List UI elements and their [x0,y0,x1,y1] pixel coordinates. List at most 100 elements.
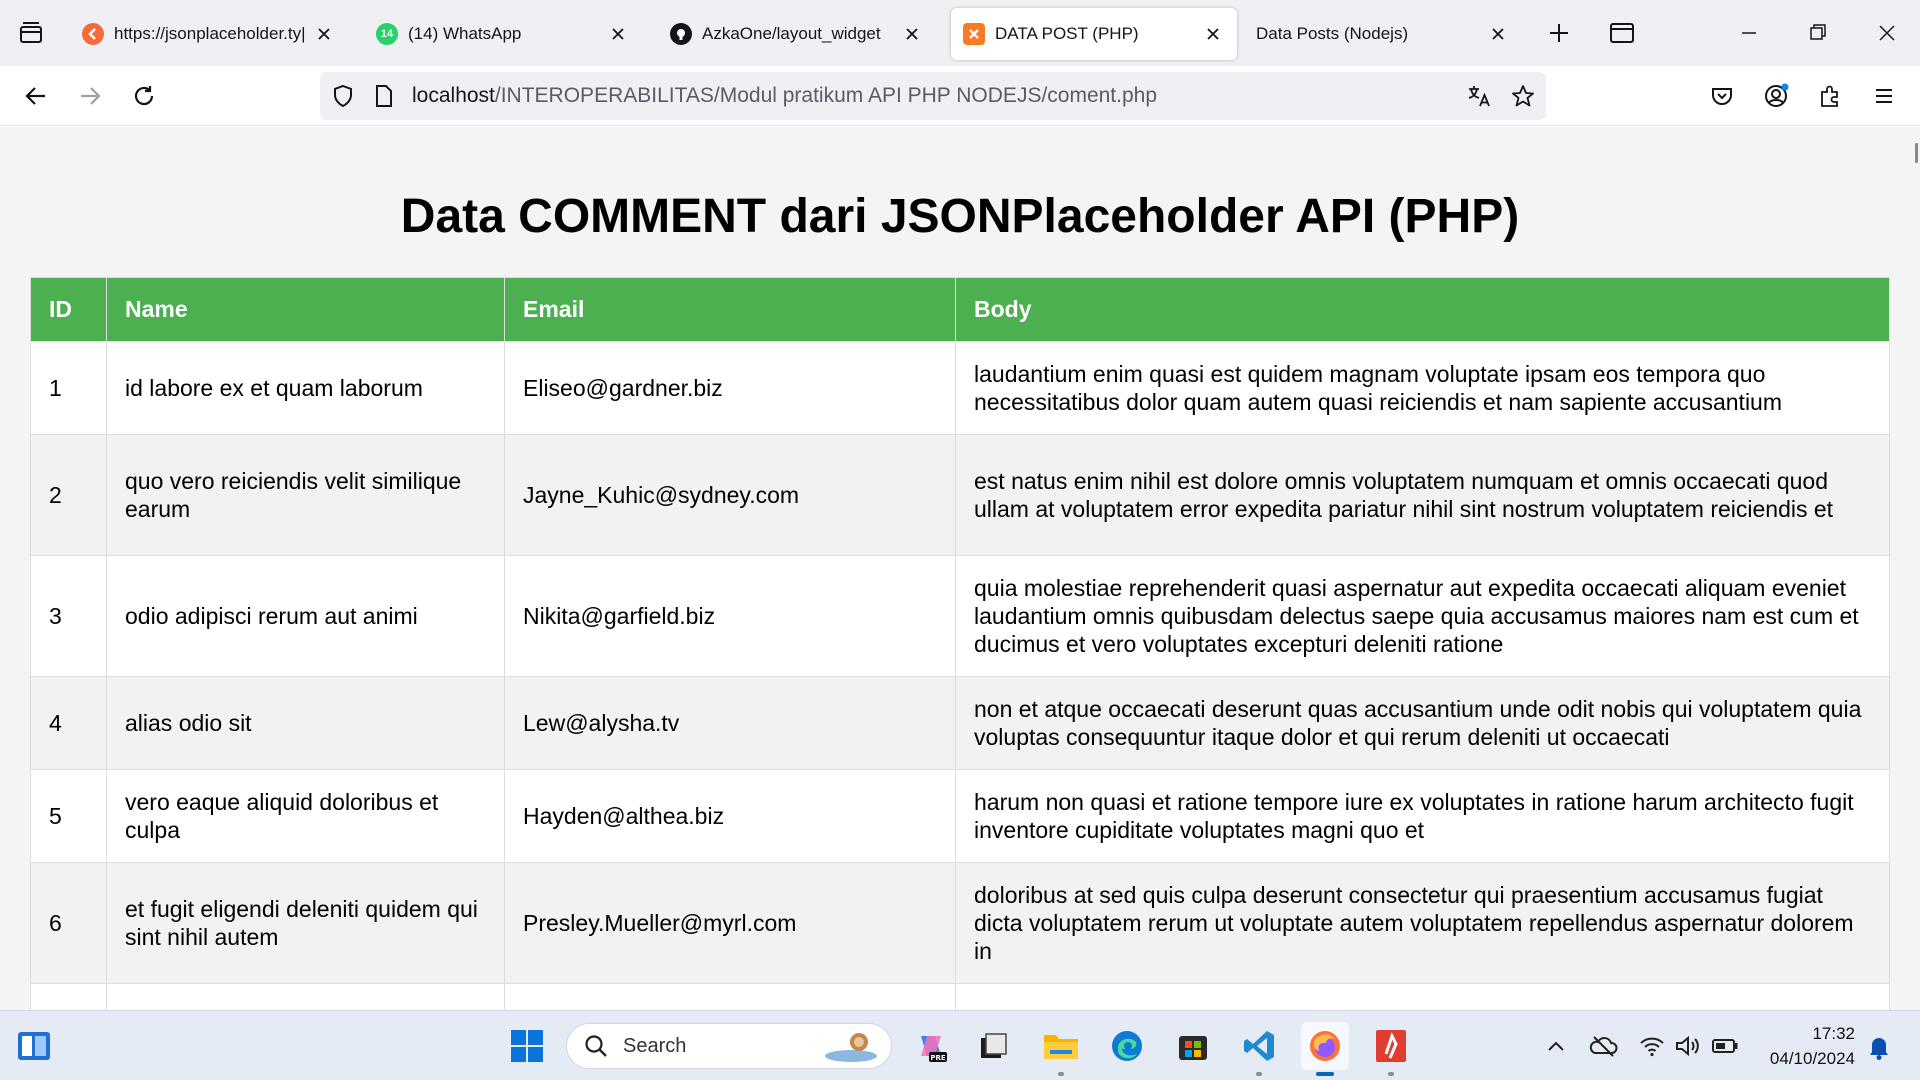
list-all-tabs-button[interactable] [16,18,46,48]
firefox-button[interactable] [1301,1022,1349,1076]
close-tab-icon[interactable] [900,22,924,46]
minimize-button[interactable] [1734,20,1764,46]
close-tab-icon[interactable] [1486,22,1510,46]
running-indicator [1316,1072,1334,1076]
close-tab-icon[interactable] [1201,22,1225,46]
reload-button[interactable] [126,78,162,114]
whatsapp-icon: 14 [376,23,398,45]
tab-label: AzkaOne/layout_widget [702,24,881,43]
cell-body: quia molestiae reprehenderit quasi asper… [955,555,1890,677]
translate-icon[interactable] [1466,83,1492,109]
cell-id: 1 [30,341,107,435]
bookmark-star-icon[interactable] [1510,83,1536,109]
taskbar-search-box[interactable]: Search [566,1023,892,1069]
tab-whatsapp[interactable]: 14 (14) WhatsApp [364,8,642,60]
comments-table: ID Name Email Body 1 id labore ex et qua… [30,277,1890,1010]
table-header-row: ID Name Email Body [30,277,1890,342]
tracking-protection-shield-icon[interactable] [330,83,356,109]
puzzle-icon [1821,85,1838,107]
pocket-button[interactable] [1704,78,1740,114]
svg-text:PRE: PRE [930,1054,946,1062]
running-indicator [1058,1072,1064,1076]
vscode-icon [1244,1031,1274,1061]
close-tab-icon[interactable] [312,22,336,46]
column-header-email: Email [504,277,956,342]
back-button[interactable] [18,78,54,114]
edge-button[interactable] [1103,1022,1151,1070]
battery-icon [1712,1039,1738,1053]
plus-icon [1550,24,1568,42]
cell-id: 4 [30,676,107,770]
url-text[interactable]: localhost/INTEROPERABILITAS/Modul pratik… [412,72,1157,120]
restore-icon [1810,24,1826,40]
notifications-button[interactable] [1866,1033,1892,1061]
page-info-icon[interactable] [372,83,396,109]
cell-id: 6 [30,862,107,984]
widgets-button[interactable] [10,1022,58,1070]
cell-id: 3 [30,555,107,677]
firefox-view-button[interactable] [1608,20,1636,46]
office-app-button[interactable] [1367,1022,1415,1076]
app-menu-button[interactable] [1866,78,1902,114]
page-content: Data COMMENT dari JSONPlaceholder API (P… [0,127,1920,1010]
cell-body: est natus enim nihil est dolore omnis vo… [955,434,1890,556]
tab-data-posts-nodejs[interactable]: Data Posts (Nodejs) [1244,8,1522,60]
tab-strip: https://jsonplaceholder.ty| 14 (14) What… [0,0,1920,66]
account-icon [1765,83,1789,107]
microsoft-store-button[interactable] [1169,1022,1217,1070]
cell-name: alias odio sit [106,676,505,770]
cell-name: id labore ex et quam laborum [106,341,505,435]
volume-tray-button[interactable] [1674,1033,1702,1059]
cell-email: Jayne_Kuhic@sydney.com [504,434,956,556]
close-window-button[interactable] [1872,20,1902,46]
table-row: 3 odio adipisci rerum aut animi Nikita@g… [30,555,1890,677]
start-button[interactable] [503,1022,551,1070]
vscode-button[interactable] [1235,1022,1283,1076]
clock[interactable]: 17:32 04/10/2024 [1755,1021,1855,1071]
table-row: 6 et fugit eligendi deleniti quidem qui … [30,862,1890,984]
store-icon [1179,1036,1207,1060]
cell-body [955,983,1890,1010]
table-row [30,983,1890,1010]
new-tab-button[interactable] [1546,20,1572,46]
window-icon [1610,23,1634,43]
list-all-tabs-icon [20,22,42,43]
close-tab-icon[interactable] [606,22,630,46]
restore-button[interactable] [1802,20,1832,46]
navigation-toolbar: localhost/INTEROPERABILITAS/Modul pratik… [0,66,1920,126]
extensions-button[interactable] [1812,78,1848,114]
clock-time: 17:32 [1812,1024,1855,1043]
wifi-icon [1640,1037,1664,1057]
task-view-icon [981,1033,1007,1058]
show-hidden-icons-button[interactable] [1544,1035,1568,1057]
battery-tray-button[interactable] [1710,1033,1740,1059]
tab-label: DATA POST (PHP) [995,24,1139,43]
forward-button[interactable] [72,78,108,114]
page-scrollbar[interactable] [1915,143,1918,163]
reload-icon [134,86,154,106]
cell-name: odio adipisci rerum aut animi [106,555,505,677]
red-app-icon [1376,1030,1406,1062]
tab-label: Data Posts (Nodejs) [1256,24,1409,43]
file-explorer-button[interactable] [1037,1022,1085,1076]
tab-label: (14) WhatsApp [408,24,522,43]
speaker-icon [1676,1035,1699,1057]
tab-data-post-php[interactable]: DATA POST (PHP) [951,8,1237,60]
cell-email: Hayden@althea.biz [504,769,956,863]
column-header-body: Body [955,277,1890,342]
network-tray-button[interactable] [1638,1033,1666,1059]
tab-jsonplaceholder[interactable]: https://jsonplaceholder.ty| [70,8,348,60]
cell-body: doloribus at sed quis culpa deserunt con… [955,862,1890,984]
tab-github[interactable]: AzkaOne/layout_widget [658,8,936,60]
folder-icon [1044,1035,1078,1059]
task-view-button[interactable] [969,1022,1017,1070]
cell-email: Eliseo@gardner.biz [504,341,956,435]
cell-body: laudantium enim quasi est quidem magnam … [955,341,1890,435]
onedrive-tray-button[interactable] [1588,1033,1618,1059]
edge-browser-icon [1112,1031,1142,1061]
cell-email: Presley.Mueller@myrl.com [504,862,956,984]
account-button[interactable] [1758,78,1794,114]
copilot-button[interactable]: PRE [907,1022,955,1070]
address-bar[interactable]: localhost/INTEROPERABILITAS/Modul pratik… [320,72,1546,120]
arrow-right-icon [81,87,101,105]
